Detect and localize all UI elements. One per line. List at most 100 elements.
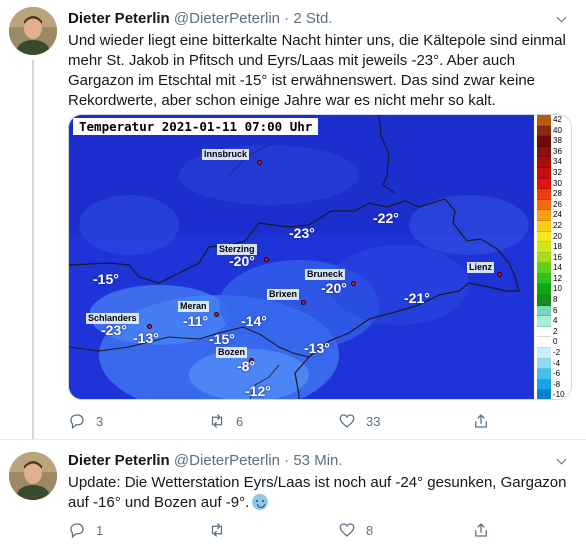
- author-handle[interactable]: @DieterPeterlin: [174, 10, 280, 27]
- legend-swatch: [537, 358, 551, 370]
- separator-dot: ·: [284, 10, 290, 27]
- city-label: Brixen: [267, 289, 300, 300]
- reply-button[interactable]: 3: [68, 411, 103, 431]
- retweet-icon: [211, 414, 223, 428]
- color-legend: 42 40 38 36 34 32 30 28 26 24 22 20 18 16 14 12 10 8 6 4 2 0-…: [535, 115, 571, 399]
- legend-entry: 32: [537, 167, 571, 179]
- like-count: 33: [366, 413, 381, 429]
- city-dot: [264, 257, 269, 262]
- legend-entry: 30: [537, 178, 571, 190]
- legend-swatch: [537, 369, 551, 380]
- legend-value: 20: [553, 231, 562, 241]
- heart-icon: [339, 523, 355, 537]
- legend-entry: 18: [537, 242, 571, 253]
- tweet-text: Update: Die Wetterstation Eyrs/Laas ist …: [68, 473, 580, 513]
- legend-swatch: [537, 220, 551, 232]
- legend-value: 26: [553, 199, 562, 209]
- legend-swatch: [537, 136, 551, 147]
- legend-entry: 28: [537, 189, 571, 200]
- tweet-1[interactable]: Dieter Peterlin @DieterPeterlin · 2 Std.…: [0, 0, 586, 440]
- legend-value: 12: [553, 273, 562, 283]
- legend-value: 0: [553, 337, 558, 347]
- city-dot: [214, 312, 219, 317]
- legend-entry: 24: [537, 210, 571, 221]
- legend-swatch: [537, 125, 551, 137]
- legend-swatch: [537, 115, 551, 126]
- legend-entry: 26: [537, 199, 571, 211]
- tweet-time[interactable]: 2 Std.: [293, 10, 332, 27]
- legend-value: 10: [553, 284, 562, 294]
- avatar[interactable]: [9, 7, 57, 55]
- tweet-time[interactable]: 53 Min.: [293, 452, 342, 469]
- legend-entry: 42: [537, 115, 571, 126]
- legend-entry: 38: [537, 136, 571, 147]
- share-button[interactable]: [472, 520, 490, 540]
- legend-value: 16: [553, 252, 562, 262]
- media-card[interactable]: Temperatur 2021-01-11 07:00 Uhr Innsbruc…: [68, 114, 572, 400]
- temperature-value: -20°: [321, 280, 347, 296]
- legend-value: 32: [553, 167, 562, 177]
- city-label: Bozen: [216, 347, 247, 358]
- legend-entry: 2: [537, 326, 571, 338]
- legend-swatch: [537, 146, 551, 158]
- legend-value: 38: [553, 136, 562, 146]
- retweet-button[interactable]: 6: [208, 411, 243, 431]
- legend-value: 42: [553, 115, 562, 124]
- legend-entry: -6: [537, 369, 571, 380]
- legend-swatch: [537, 242, 551, 253]
- temperature-value: -13°: [304, 340, 330, 356]
- tweet-actions: 1 8: [68, 520, 508, 540]
- legend-value: 2: [553, 326, 558, 336]
- separator-dot: ·: [284, 452, 290, 469]
- legend-entry: -4: [537, 358, 571, 370]
- temperature-value: -11°: [183, 313, 209, 329]
- legend-value: -4: [553, 358, 561, 368]
- more-chevron-icon[interactable]: [552, 10, 572, 26]
- avatar[interactable]: [9, 452, 57, 500]
- tweet-2[interactable]: Dieter Peterlin @DieterPeterlin · 53 Min…: [0, 440, 586, 555]
- legend-value: 22: [553, 220, 562, 230]
- temperature-value: -20°: [229, 253, 255, 269]
- author-handle[interactable]: @DieterPeterlin: [174, 452, 280, 469]
- legend-entry: 34: [537, 157, 571, 168]
- legend-swatch: [537, 379, 551, 391]
- retweet-button[interactable]: [208, 520, 236, 540]
- legend-swatch: [537, 337, 551, 349]
- heart-icon: [339, 414, 355, 428]
- author-name[interactable]: Dieter Peterlin: [68, 10, 170, 27]
- legend-value: 28: [553, 189, 562, 199]
- legend-value: 24: [553, 210, 562, 220]
- legend-value: 14: [553, 263, 562, 273]
- legend-entry: 22: [537, 220, 571, 232]
- legend-swatch: [537, 390, 551, 399]
- legend-swatch: [537, 199, 551, 211]
- share-button[interactable]: [472, 411, 490, 431]
- legend-swatch: [537, 284, 551, 296]
- tweet-header: Dieter Peterlin @DieterPeterlin · 53 Min…: [68, 451, 343, 471]
- like-button[interactable]: 33: [338, 411, 380, 431]
- legend-value: 30: [553, 178, 562, 188]
- share-icon: [475, 414, 487, 428]
- city-label: Lienz: [467, 262, 495, 273]
- legend-value: -8: [553, 379, 561, 389]
- temperature-value: -12°: [245, 383, 271, 399]
- like-button[interactable]: 8: [338, 520, 373, 540]
- legend-value: 8: [553, 295, 558, 305]
- legend-swatch: [537, 326, 551, 338]
- tweet-text: Und wieder liegt eine bitterkalte Nacht …: [68, 32, 566, 109]
- temperature-value: -15°: [93, 271, 119, 287]
- legend-swatch: [537, 273, 551, 285]
- city-label: Innsbruck: [202, 149, 250, 160]
- tweet-text-body: Update: Die Wetterstation Eyrs/Laas ist …: [68, 474, 567, 511]
- temperature-value: -23°: [289, 225, 315, 241]
- temperature-value: -14°: [241, 313, 267, 329]
- legend-entry: 8: [537, 295, 571, 306]
- retweet-icon: [211, 523, 223, 537]
- legend-swatch: [537, 305, 551, 317]
- city-label: Meran: [178, 301, 209, 312]
- more-chevron-icon[interactable]: [552, 452, 572, 468]
- reply-button[interactable]: 1: [68, 520, 103, 540]
- legend-swatch: [537, 210, 551, 221]
- cold-face-icon: [252, 494, 269, 510]
- author-name[interactable]: Dieter Peterlin: [68, 452, 170, 469]
